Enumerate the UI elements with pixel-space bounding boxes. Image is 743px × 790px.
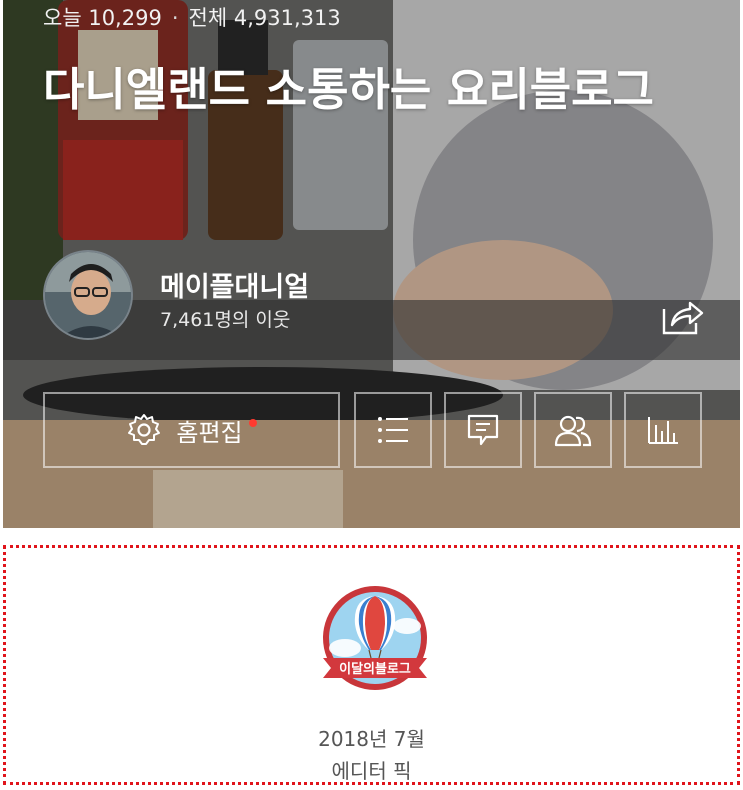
neighbors-icon <box>554 415 592 447</box>
home-edit-button[interactable]: 홈편집 <box>43 392 340 468</box>
stats-icon <box>648 417 678 444</box>
blog-of-the-month-section: 이달의블로그 2018년 7월 에디터 픽 <box>3 545 740 785</box>
total-label: 전체 <box>188 6 228 30</box>
today-count: 10,299 <box>88 6 162 30</box>
award-editor-pick: 에디터 픽 <box>331 759 412 783</box>
comment-icon <box>467 414 499 446</box>
total-count: 4,931,313 <box>233 6 341 30</box>
list-icon <box>378 417 408 443</box>
statistics-button[interactable] <box>624 392 702 468</box>
home-edit-label: 홈편집 <box>176 418 243 447</box>
gear-icon <box>128 414 161 445</box>
share-button[interactable] <box>658 295 706 339</box>
today-label: 오늘 <box>43 6 82 30</box>
share-icon <box>662 301 704 335</box>
visitor-stats: 오늘 10,299 · 전체 4,931,313 <box>43 2 341 32</box>
award-date: 2018년 7월 <box>318 727 425 751</box>
avatar[interactable] <box>43 250 133 340</box>
stats-separator: · <box>171 6 179 30</box>
notification-dot <box>248 419 257 427</box>
blog-title: 다니엘랜드 소통하는 요리블로그 <box>43 63 654 116</box>
balloon-badge-icon[interactable]: 이달의블로그 <box>319 586 431 694</box>
guestbook-button[interactable] <box>444 392 522 468</box>
profile-nickname[interactable]: 메이플대니얼 <box>160 265 309 304</box>
category-list-button[interactable] <box>354 392 432 468</box>
badge-text: 이달의블로그 <box>339 661 411 677</box>
neighbor-count[interactable]: 7,461명의 이웃 <box>160 305 290 332</box>
avatar-image <box>45 252 131 338</box>
blog-cover: 오늘 10,299 · 전체 4,931,313 다니엘랜드 소통하는 요리블로그 … <box>3 0 740 528</box>
neighbors-button[interactable] <box>534 392 612 468</box>
